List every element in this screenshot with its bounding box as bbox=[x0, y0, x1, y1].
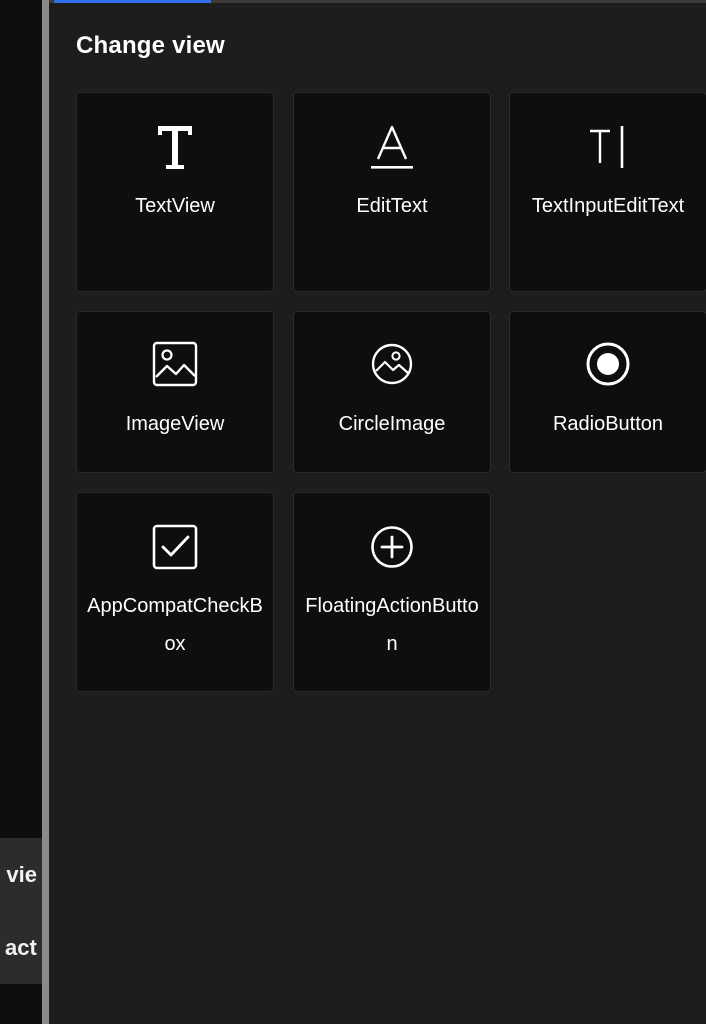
view-card-radiobutton[interactable]: RadioButton bbox=[509, 311, 706, 473]
panel-divider[interactable] bbox=[42, 0, 49, 1024]
view-card-label: AppCompatCheckBox bbox=[87, 595, 263, 655]
text-a-underline-icon bbox=[366, 121, 418, 173]
image-icon bbox=[149, 338, 201, 390]
view-card-edittext[interactable]: EditText bbox=[293, 92, 491, 292]
active-tab-indicator bbox=[54, 0, 211, 3]
text-cursor-icon bbox=[582, 121, 634, 173]
left-menu-item[interactable]: act bbox=[0, 912, 42, 984]
checkbox-icon bbox=[149, 521, 201, 573]
left-menu-item-label: act bbox=[5, 935, 37, 960]
view-card-appcompatcheckbox[interactable]: AppCompatCheckBox bbox=[76, 492, 274, 692]
change-view-panel: Change view TextView EditText TextInputE… bbox=[49, 0, 706, 1024]
view-card-label: TextInputEditText bbox=[531, 195, 685, 217]
circle-image-icon bbox=[366, 338, 418, 390]
view-card-label: RadioButton bbox=[552, 413, 664, 435]
panel-title: Change view bbox=[76, 32, 225, 59]
left-menu-item-label: e vie bbox=[0, 862, 37, 887]
view-card-label: EditText bbox=[356, 195, 428, 217]
view-card-label: FloatingActionButton bbox=[305, 595, 479, 655]
app-root: e vie act Change view TextView bbox=[0, 0, 706, 1024]
view-card-floatingactionbutton[interactable]: FloatingActionButton bbox=[293, 492, 491, 692]
text-t-icon bbox=[149, 121, 201, 173]
view-card-textview[interactable]: TextView bbox=[76, 92, 274, 292]
view-card-circleimage[interactable]: CircleImage bbox=[293, 311, 491, 473]
view-card-label: TextView bbox=[135, 195, 215, 217]
view-card-label: ImageView bbox=[125, 413, 225, 435]
view-card-label: CircleImage bbox=[338, 413, 446, 435]
view-card-textinputedittext[interactable]: TextInputEditText bbox=[509, 92, 706, 292]
plus-circle-icon bbox=[366, 521, 418, 573]
radio-button-icon bbox=[582, 338, 634, 390]
view-card-imageview[interactable]: ImageView bbox=[76, 311, 274, 473]
left-menu-item[interactable]: e vie bbox=[0, 838, 42, 912]
